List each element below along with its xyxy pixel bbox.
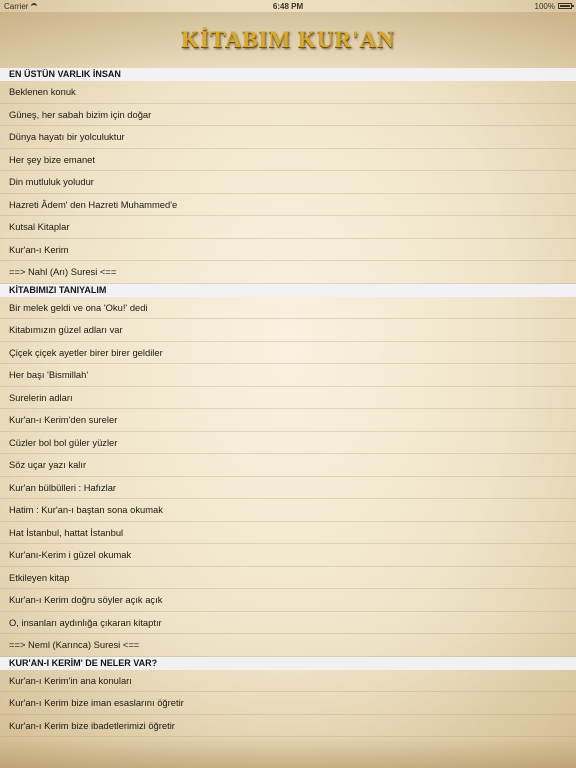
list-item[interactable]: Dünya hayatı bir yolculuktur [0,126,576,149]
wifi-icon [31,2,38,10]
battery-percent: 100% [534,1,555,11]
list-item[interactable]: Kur'anı-Kerim i güzel okumak [0,544,576,567]
section-header: KUR'AN-I KERİM' DE NELER VAR? [0,656,576,670]
list-item[interactable]: ==> Nahl (Arı) Suresi <== [0,261,576,284]
status-bar: Carrier 6:48 PM 100% [0,0,576,12]
list-item[interactable]: O, insanları aydınlığa çıkaran kitaptır [0,612,576,634]
status-left: Carrier [4,1,38,11]
list-item[interactable]: Hazreti Âdem' den Hazreti Muhammed'e [0,194,576,216]
list-item[interactable]: Cüzler bol bol güler yüzler [0,432,576,454]
section-header: KİTABIMIZI TANIYALIM [0,283,576,297]
list-item[interactable]: Surelerin adları [0,387,576,409]
list-item[interactable]: Kur'an bülbülleri : Hafızlar [0,477,576,499]
list-item[interactable]: Güneş, her sabah bizim için doğar [0,104,576,126]
list-item[interactable]: Beklenen konuk [0,81,576,104]
section-header: EN ÜSTÜN VARLIK İNSAN [0,68,576,81]
footer-shade [0,738,576,768]
app-header: KİTABIM KUR'AN [0,12,576,68]
list-item[interactable]: Her başı 'Bismillah' [0,364,576,387]
list-item[interactable]: Kur'an-ı Kerim'in ana konuları [0,670,576,692]
list-item[interactable]: Kur'an-ı Kerim bize iman esaslarını öğre… [0,692,576,715]
list-item[interactable]: Kur'an-ı Kerim bize ibadetlerimizi öğret… [0,715,576,737]
list-item[interactable]: Her şey bize emanet [0,149,576,171]
status-time: 6:48 PM [272,1,304,11]
list-item[interactable]: Hatim : Kur'an-ı baştan sona okumak [0,499,576,522]
chapter-list[interactable]: EN ÜSTÜN VARLIK İNSAN Beklenen konuk Gün… [0,68,576,737]
status-right: 100% [534,1,574,11]
battery-icon [558,3,574,9]
list-item[interactable]: Kur'an-ı Kerim'den sureler [0,409,576,432]
list-item[interactable]: Hat İstanbul, hattat İstanbul [0,522,576,544]
list-item[interactable]: Kitabımızın güzel adları var [0,319,576,342]
list-item[interactable]: Çiçek çiçek ayetler birer birer geldiler [0,342,576,364]
app-title: KİTABIM KUR'AN [181,27,395,52]
list-item[interactable]: Etkileyen kitap [0,567,576,589]
list-item[interactable]: Din mutluluk yoludur [0,171,576,194]
list-item[interactable]: Kur'an-ı Kerim [0,239,576,261]
list-item[interactable]: Söz uçar yazı kalır [0,454,576,477]
carrier-label: Carrier [4,1,29,11]
list-item[interactable]: ==> Neml (Karınca) Suresi <== [0,634,576,657]
list-item[interactable]: Bir melek geldi ve ona 'Oku!' dedi [0,297,576,319]
list-item[interactable]: Kur'an-ı Kerim doğru söyler açık açık [0,589,576,612]
list-item[interactable]: Kutsal Kitaplar [0,216,576,239]
